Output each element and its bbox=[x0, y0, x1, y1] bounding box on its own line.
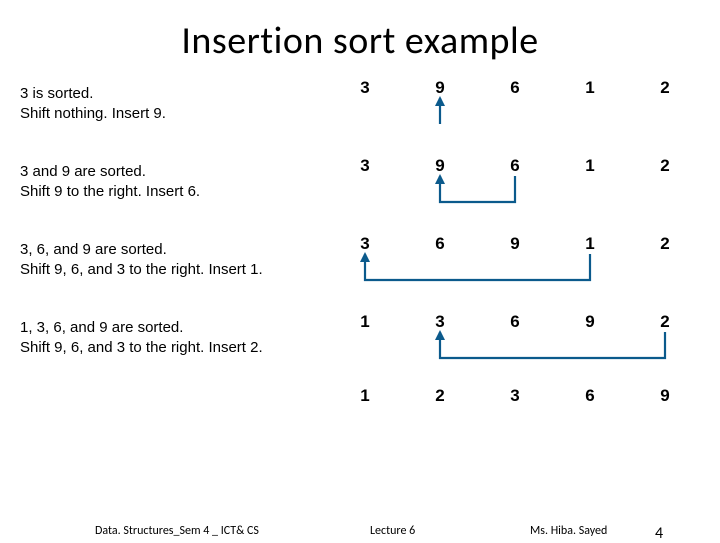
num-cell: 6 bbox=[505, 156, 525, 176]
step-desc-line1: 3, 6, and 9 are sorted. bbox=[20, 240, 310, 260]
footer-page: 4 bbox=[655, 524, 663, 543]
num-cell: 1 bbox=[580, 78, 600, 98]
step-desc-line1: 1, 3, 6, and 9 are sorted. bbox=[20, 318, 310, 338]
num-cell: 9 bbox=[580, 312, 600, 332]
final-nums: 1 2 3 6 9 bbox=[310, 384, 690, 424]
step-nums: 36912 bbox=[310, 228, 690, 300]
step-desc-line2: Shift 9, 6, and 3 to the right. Insert 1… bbox=[20, 260, 310, 280]
slide-title: Insertion sort example bbox=[0, 0, 720, 72]
final-row: 1 2 3 6 9 bbox=[20, 384, 700, 424]
insert-arrow bbox=[310, 252, 690, 297]
num-cell: 9 bbox=[430, 78, 450, 98]
step-desc-line2: Shift nothing. Insert 9. bbox=[20, 104, 310, 124]
num-cell: 1 bbox=[355, 312, 375, 332]
num-cell: 3 bbox=[430, 312, 450, 332]
step-nums: 3 9 6 1 2 bbox=[310, 72, 690, 144]
step-desc: 3 is sorted.Shift nothing. Insert 9. bbox=[20, 72, 310, 125]
step-row: 3 and 9 are sorted.Shift 9 to the right.… bbox=[20, 150, 700, 222]
step-nums: 3 9 6 1 2 bbox=[310, 150, 690, 222]
footer-right: Ms. Hiba. Sayed bbox=[530, 524, 607, 538]
num-cell: 9 bbox=[505, 234, 525, 254]
num-cell: 2 bbox=[430, 386, 450, 406]
footer-mid: Lecture 6 bbox=[370, 524, 415, 538]
num-cell: 2 bbox=[655, 234, 675, 254]
step-desc: 3, 6, and 9 are sorted.Shift 9, 6, and 3… bbox=[20, 228, 310, 281]
num-cell: 3 bbox=[355, 156, 375, 176]
step-desc-line2: Shift 9, 6, and 3 to the right. Insert 2… bbox=[20, 338, 310, 358]
footer-left: Data. Structures_Sem 4 _ ICT& CS bbox=[95, 524, 259, 538]
step-desc: 1, 3, 6, and 9 are sorted.Shift 9, 6, an… bbox=[20, 306, 310, 359]
num-cell: 3 bbox=[355, 78, 375, 98]
step-desc: 3 and 9 are sorted.Shift 9 to the right.… bbox=[20, 150, 310, 203]
step-row: 1, 3, 6, and 9 are sorted.Shift 9, 6, an… bbox=[20, 306, 700, 378]
num-cell: 3 bbox=[355, 234, 375, 254]
insert-arrow bbox=[310, 174, 690, 219]
num-cell: 1 bbox=[580, 156, 600, 176]
insert-arrow bbox=[310, 96, 690, 141]
step-desc-line1: 3 and 9 are sorted. bbox=[20, 162, 310, 182]
slide-content: 3 is sorted.Shift nothing. Insert 9.3961… bbox=[0, 72, 720, 424]
num-cell: 9 bbox=[655, 386, 675, 406]
num-cell: 1 bbox=[355, 386, 375, 406]
num-cell: 3 bbox=[505, 386, 525, 406]
num-cell: 9 bbox=[430, 156, 450, 176]
num-cell: 6 bbox=[505, 78, 525, 98]
step-nums: 1 3 6 9 2 bbox=[310, 306, 690, 378]
num-cell: 2 bbox=[655, 78, 675, 98]
num-cell: 2 bbox=[655, 312, 675, 332]
final-desc bbox=[20, 384, 310, 388]
step-row: 3 is sorted.Shift nothing. Insert 9. 3 9 6 1… bbox=[20, 72, 700, 144]
step-desc-line1: 3 is sorted. bbox=[20, 84, 310, 104]
num-cell: 6 bbox=[505, 312, 525, 332]
num-cell: 6 bbox=[580, 386, 600, 406]
num-cell: 2 bbox=[655, 156, 675, 176]
num-cell: 6 bbox=[430, 234, 450, 254]
num-cell: 1 bbox=[580, 234, 600, 254]
step-row: 3, 6, and 9 are sorted.Shift 9, 6, and 3… bbox=[20, 228, 700, 300]
insert-arrow bbox=[310, 330, 690, 375]
step-desc-line2: Shift 9 to the right. Insert 6. bbox=[20, 182, 310, 202]
